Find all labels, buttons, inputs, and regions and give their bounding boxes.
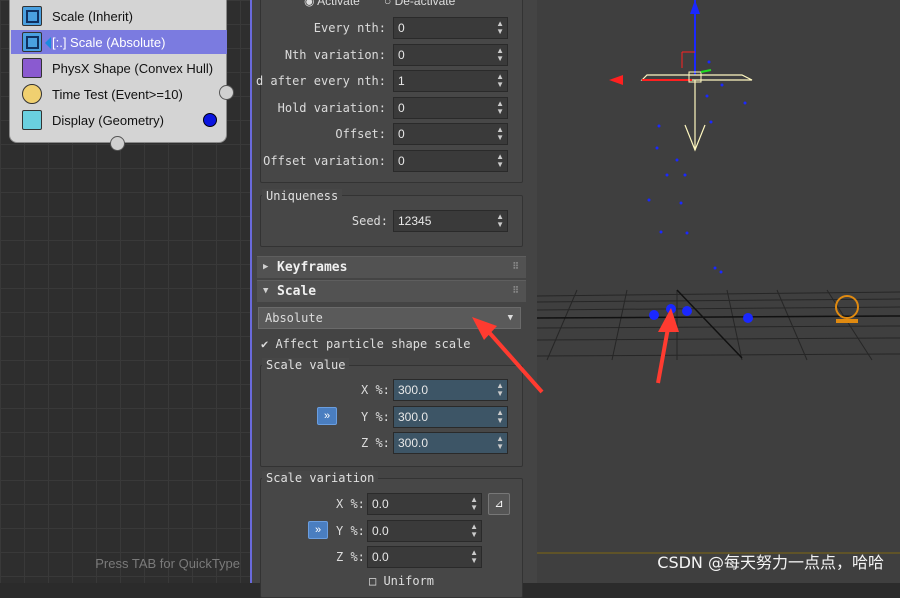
hold-variation-spinner[interactable]: 0 ▲ ▼ (393, 97, 508, 119)
operator-time-test[interactable]: Time Test (Event>=10) (22, 82, 228, 106)
variation-link-button[interactable]: » (308, 521, 328, 539)
event-node[interactable]: Scale (Inherit) [:.] Scale (Absolute) Ph… (9, 0, 227, 143)
test-output-connector[interactable] (219, 85, 234, 100)
affect-shape-scale-checkbox[interactable]: ✔ Affect particle shape scale (261, 337, 471, 351)
variation-z-spinner[interactable]: 0.0 ▲ ▼ (367, 546, 482, 568)
operator-label: Display (Geometry) (52, 112, 164, 128)
variation-y-spinner[interactable]: 0.0 ▲ ▼ (367, 520, 482, 542)
scale-value-title: Scale value (262, 358, 350, 372)
rollout-grip-icon: ⠿ (512, 262, 519, 272)
physx-shape-icon (22, 58, 42, 78)
display-icon (22, 110, 42, 130)
operator-label: PhysX Shape (Convex Hull) (52, 60, 214, 76)
nth-variation-spinner[interactable]: 0 ▲ ▼ (393, 44, 508, 66)
offset-spinner[interactable]: 0 ▲ ▼ (393, 123, 508, 145)
operator-label: [:.] Scale (Absolute) (52, 34, 166, 50)
offset-variation-spinner[interactable]: 0 ▲ ▼ (393, 150, 508, 172)
scale-z-label: Z %: (361, 436, 390, 450)
scale-x-label: X %: (361, 383, 390, 397)
variation-x-spinner[interactable]: 0.0 ▲ ▼ (367, 493, 482, 515)
uniform-checkbox[interactable]: □ Uniform (369, 574, 434, 588)
scale-z-spinner[interactable]: 300.0 ▲ ▼ (393, 432, 508, 454)
clock-icon (22, 84, 42, 104)
operator-scale-inherit[interactable]: Scale (Inherit) (22, 4, 228, 28)
nth-variation-label: Nth variation: (284, 48, 386, 62)
collapse-icon: ▼ (263, 286, 269, 296)
particle-view[interactable]: Scale (Inherit) [:.] Scale (Absolute) Ph… (0, 0, 252, 583)
variation-z-label: Z %: (336, 550, 365, 564)
scale-icon (22, 6, 42, 26)
link-xyz-button[interactable]: » (317, 407, 337, 425)
seed-label: Seed: (351, 214, 388, 228)
operator-label: Time Test (Event>=10) (52, 86, 183, 102)
scale-y-spinner[interactable]: 300.0 ▲ ▼ (393, 406, 508, 428)
keyframes-rollout[interactable]: ▶ Keyframes ⠿ (257, 256, 526, 278)
scale-y-label: Y %: (361, 410, 390, 424)
activate-radio[interactable]: ◉ Activate (304, 0, 360, 8)
scale-icon (22, 32, 51, 52)
quicktype-hint: Press TAB for QuickType (95, 556, 240, 571)
hold-variation-label: Hold variation: (277, 101, 386, 115)
event-input-connector[interactable] (110, 136, 125, 151)
rollout-grip-icon: ⠿ (512, 286, 519, 296)
display-color-swatch[interactable] (203, 113, 217, 127)
after-every-nth-label: d after every nth: (255, 74, 386, 88)
ground-grid (536, 289, 900, 361)
scale-variation-title: Scale variation (262, 471, 379, 485)
seed-spinner[interactable]: 12345 ▲ ▼ (393, 210, 508, 232)
every-nth-label: Every nth: (313, 21, 386, 35)
particles (647, 60, 753, 323)
uniqueness-title: Uniqueness (262, 189, 343, 203)
scale-rollout[interactable]: ▼ Scale ⠿ (257, 280, 526, 302)
operator-scale-absolute[interactable]: [:.] Scale (Absolute) (11, 30, 227, 54)
operator-physx-shape[interactable]: PhysX Shape (Convex Hull) (22, 56, 228, 80)
deactivate-radio[interactable]: ○ De-activate (384, 0, 455, 8)
viewport-scene (536, 0, 900, 554)
variation-y-label: Y %: (336, 524, 365, 538)
uniform-scale-icon[interactable]: ⊿ (488, 493, 510, 515)
3d-viewport[interactable]: CSDN @每天努力一点点，哈哈 (536, 0, 900, 583)
chevron-down-icon: ▼ (507, 313, 513, 323)
variation-x-label: X %: (336, 497, 365, 511)
operator-label: Scale (Inherit) (52, 8, 133, 24)
watermark: CSDN @每天努力一点点，哈哈 (657, 553, 884, 572)
scale-x-spinner[interactable]: 300.0 ▲ ▼ (393, 379, 508, 401)
scale-type-dropdown[interactable]: Absolute ▼ (258, 307, 521, 329)
after-every-nth-spinner[interactable]: 1 ▲ ▼ (393, 70, 508, 92)
offset-variation-label: Offset variation: (263, 154, 386, 168)
operator-display[interactable]: Display (Geometry) (22, 108, 228, 132)
every-nth-spinner[interactable]: 0 ▲ ▼ (393, 17, 508, 39)
expand-icon: ▶ (263, 262, 269, 272)
emitter-gizmo (609, 0, 753, 152)
offset-label: Offset: (335, 127, 386, 141)
annotation-arrow (656, 308, 679, 384)
